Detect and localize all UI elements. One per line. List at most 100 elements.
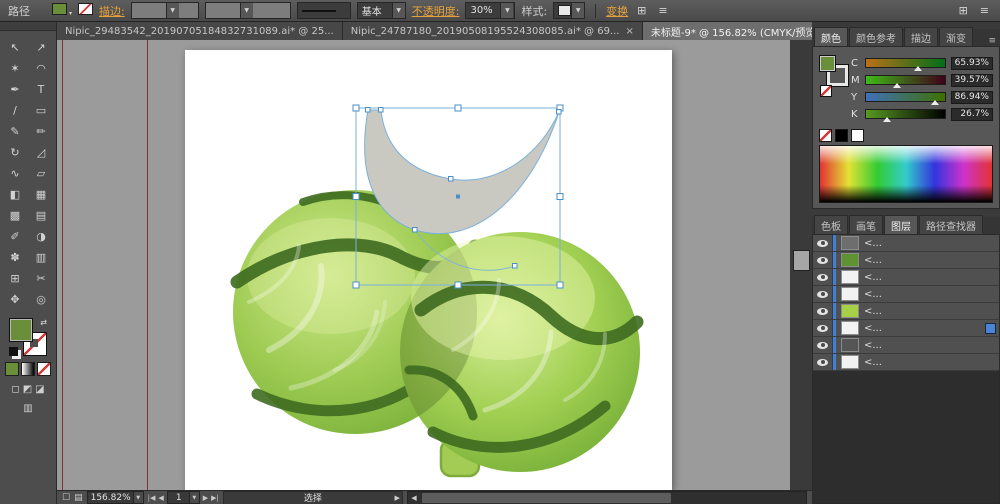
tab-swatches[interactable]: 色板: [814, 215, 848, 234]
visibility-toggle[interactable]: [813, 303, 833, 319]
visibility-toggle[interactable]: [813, 286, 833, 302]
shape-builder-tool[interactable]: ◧: [2, 184, 28, 205]
scroll-left-button[interactable]: ◀: [408, 494, 420, 502]
guide-line[interactable]: [147, 40, 148, 490]
scrollbar-thumb[interactable]: [422, 493, 671, 503]
yellow-slider[interactable]: [865, 92, 946, 102]
magenta-value-field[interactable]: 39.57%: [951, 74, 993, 87]
visibility-toggle[interactable]: [813, 337, 833, 353]
width-tool[interactable]: ∿: [2, 163, 28, 184]
transform-link[interactable]: 变换: [606, 3, 628, 19]
eyedropper-tool[interactable]: ✐: [2, 226, 28, 247]
none-swatch-icon[interactable]: [820, 85, 832, 97]
perspective-grid-tool[interactable]: ▦: [28, 184, 54, 205]
visibility-toggle[interactable]: [813, 252, 833, 268]
draw-normal-button[interactable]: ◻: [11, 384, 19, 395]
slider-handle[interactable]: [893, 83, 901, 88]
layer-row[interactable]: <...: [813, 235, 999, 252]
slider-handle[interactable]: [931, 100, 939, 105]
color-mode-button[interactable]: [5, 362, 19, 376]
prev-artboard-button[interactable]: ◀: [158, 494, 163, 502]
scale-tool[interactable]: ◿: [28, 142, 54, 163]
first-artboard-button[interactable]: |◀: [148, 494, 156, 502]
white-swatch[interactable]: [851, 129, 864, 142]
visibility-toggle[interactable]: [813, 235, 833, 251]
annotation-icon[interactable]: ☐: [62, 493, 70, 503]
next-artboard-button[interactable]: ▶: [203, 494, 208, 502]
canvas-area[interactable]: [57, 40, 790, 490]
chevron-down-icon[interactable]: ▼: [240, 3, 253, 18]
screen-mode-icon[interactable]: ▥: [23, 403, 32, 414]
layer-row[interactable]: <...: [813, 269, 999, 286]
align-grid-icon[interactable]: ⊞: [634, 4, 649, 17]
fill-color-picker[interactable]: ▾: [52, 3, 72, 18]
layer-row[interactable]: <...: [813, 337, 999, 354]
draw-behind-button[interactable]: ◩: [23, 384, 32, 395]
tab-layers[interactable]: 图层: [884, 215, 918, 234]
draw-inside-button[interactable]: ◪: [35, 384, 44, 395]
artboard-number-select[interactable]: 1 ▼: [167, 491, 200, 504]
cabbage-right[interactable]: [400, 232, 640, 472]
chevron-down-icon[interactable]: ▼: [166, 3, 179, 18]
vertical-scrollbar-thumb[interactable]: [793, 250, 810, 271]
pencil-tool[interactable]: ✏: [28, 121, 54, 142]
chevron-down-icon[interactable]: ▼: [500, 3, 513, 18]
close-icon[interactable]: ×: [625, 26, 633, 37]
tab-color[interactable]: 颜色: [814, 27, 848, 46]
rectangle-tool[interactable]: ▭: [28, 100, 54, 121]
pen-tool[interactable]: ✒: [2, 79, 28, 100]
tools-panel-header[interactable]: [0, 22, 56, 31]
mesh-tool[interactable]: ▩: [2, 205, 28, 226]
zoom-level-select[interactable]: 156.82% ▼: [87, 491, 144, 504]
selection-tool[interactable]: ↖: [2, 37, 28, 58]
type-tool[interactable]: T: [28, 79, 54, 100]
tab-stroke[interactable]: 描边: [904, 27, 938, 46]
tab-color-guide[interactable]: 颜色参考: [849, 27, 903, 46]
black-slider[interactable]: [865, 109, 946, 119]
tab-pathfinder[interactable]: 路径查找器: [919, 215, 983, 234]
chevron-down-icon[interactable]: ▼: [392, 3, 405, 18]
status-flyout-button[interactable]: ▶: [395, 494, 400, 502]
panel-menu-icon[interactable]: ≡: [977, 4, 992, 17]
fill-proxy[interactable]: [819, 55, 836, 72]
style-select[interactable]: ▼: [553, 2, 585, 19]
cyan-value-field[interactable]: 65.93%: [951, 57, 993, 70]
gradient-mode-button[interactable]: [21, 362, 35, 376]
document-tab[interactable]: Nipic_24787180_20190508195524308085.ai* …: [343, 22, 643, 40]
panel-menu-icon[interactable]: ≡: [988, 36, 996, 46]
slider-handle[interactable]: [883, 117, 891, 122]
selected-crescent-shape[interactable]: [365, 110, 559, 234]
last-artboard-button[interactable]: ▶|: [211, 494, 219, 502]
opacity-link[interactable]: 不透明度:: [412, 3, 460, 19]
chevron-down-icon[interactable]: ▼: [571, 3, 584, 18]
tab-gradient[interactable]: 渐变: [939, 27, 973, 46]
default-fill-stroke-icon[interactable]: [9, 347, 18, 356]
guide-line[interactable]: [62, 40, 63, 490]
zoom-tool[interactable]: ◎: [28, 289, 54, 310]
document-icon[interactable]: ▤: [74, 493, 83, 503]
layer-row[interactable]: <...: [813, 286, 999, 303]
gradient-tool[interactable]: ▤: [28, 205, 54, 226]
symbol-sprayer-tool[interactable]: ✽: [2, 247, 28, 268]
stroke-color-picker[interactable]: [78, 3, 93, 18]
opacity-select[interactable]: 30%▼: [465, 2, 515, 19]
document-tab[interactable]: Nipic_29483542_20190705184832731089.ai* …: [57, 22, 343, 40]
cyan-slider[interactable]: [865, 58, 946, 68]
target-indicator[interactable]: [985, 323, 996, 334]
visibility-toggle[interactable]: [813, 320, 833, 336]
lasso-tool[interactable]: ◠: [28, 58, 54, 79]
free-transform-tool[interactable]: ▱: [28, 163, 54, 184]
magenta-slider[interactable]: [865, 75, 946, 85]
magic-wand-tool[interactable]: ✶: [2, 58, 28, 79]
artboard-tool[interactable]: ⊞: [2, 268, 28, 289]
artboard[interactable]: [185, 50, 672, 490]
stroke-weight-select[interactable]: ▼: [131, 2, 199, 19]
blend-tool[interactable]: ◑: [28, 226, 54, 247]
variable-width-select[interactable]: ▼: [205, 2, 291, 19]
horizontal-scrollbar[interactable]: ◀: [407, 491, 807, 504]
tab-brushes[interactable]: 画笔: [849, 215, 883, 234]
document-tab-active[interactable]: 未标题-9* @ 156.82% (CMYK/预览)×: [643, 22, 812, 40]
layer-row[interactable]: <...: [813, 303, 999, 320]
workspace-grid-icon[interactable]: ⊞: [956, 4, 971, 17]
layer-row[interactable]: <...: [813, 252, 999, 269]
